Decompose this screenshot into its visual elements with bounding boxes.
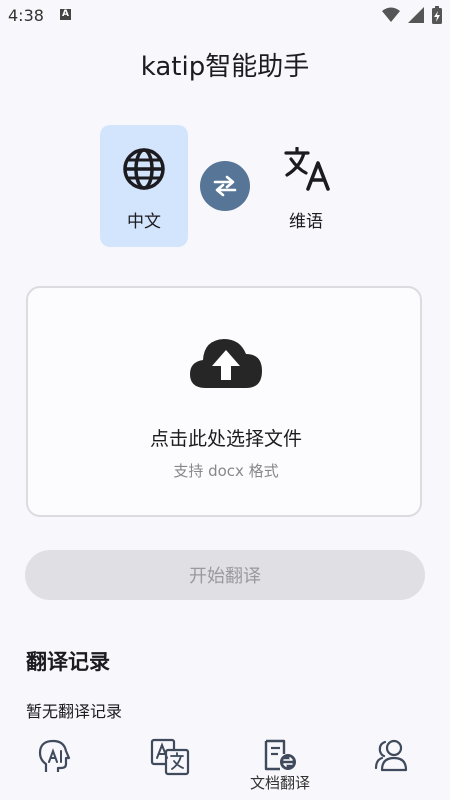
history-title: 翻译记录 <box>26 650 110 674</box>
users-icon <box>374 739 408 772</box>
ai-head-icon <box>38 739 71 772</box>
document-translate-icon <box>264 739 296 771</box>
text-translate-icon <box>150 738 190 776</box>
target-language-label: 维语 <box>289 212 323 232</box>
status-bar: 4:38 A <box>0 0 450 32</box>
notification-icon: A <box>60 9 71 20</box>
nav-item-text-translate[interactable] <box>112 728 224 800</box>
upload-format-hint: 支持 docx 格式 <box>173 462 279 480</box>
page-title: katip智能助手 <box>140 52 310 82</box>
battery-icon <box>432 6 442 24</box>
start-translate-button[interactable]: 开始翻译 <box>25 550 425 600</box>
source-language-button[interactable]: 中文 <box>100 125 188 247</box>
swap-languages-button[interactable] <box>200 161 250 211</box>
signal-icon <box>408 7 424 23</box>
wifi-icon <box>382 7 400 22</box>
history-empty-text: 暂无翻译记录 <box>26 702 123 721</box>
nav-item-ai[interactable] <box>0 728 112 800</box>
cloud-upload-icon <box>190 339 262 388</box>
swap-arrows-icon <box>213 175 237 197</box>
file-upload-area[interactable]: 点击此处选择文件 支持 docx 格式 <box>26 286 422 517</box>
nav-item-users[interactable] <box>336 728 448 800</box>
status-time: 4:38 <box>8 6 44 25</box>
target-language-button[interactable]: 维语 <box>262 125 350 247</box>
nav-label-document-translate: 文档翻译 <box>249 774 310 792</box>
bottom-navigation: 文档翻译 <box>0 728 450 800</box>
status-icons <box>382 6 442 24</box>
nav-item-document-translate[interactable]: 文档翻译 <box>224 728 336 800</box>
translate-icon <box>284 147 330 191</box>
globe-icon <box>123 148 165 190</box>
upload-prompt: 点击此处选择文件 <box>149 428 302 450</box>
source-language-label: 中文 <box>127 212 161 232</box>
